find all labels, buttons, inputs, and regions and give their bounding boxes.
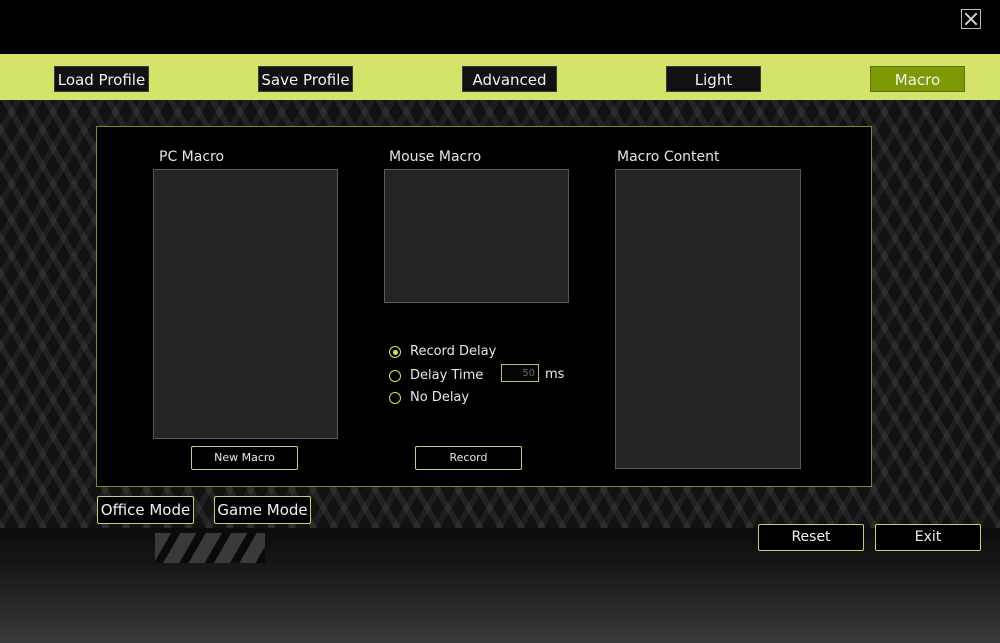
tab-advanced[interactable]: Advanced	[462, 66, 557, 92]
delay-time-input[interactable]	[501, 364, 539, 382]
macro-content-list[interactable]	[615, 169, 801, 469]
radio-button[interactable]	[389, 346, 401, 358]
pc-macro-list[interactable]	[153, 169, 338, 439]
tab-save-profile[interactable]: Save Profile	[258, 66, 353, 92]
mouse-macro-list[interactable]	[384, 169, 569, 303]
tab-macro[interactable]: Macro	[870, 66, 965, 92]
delay-unit-label: ms	[545, 367, 565, 382]
pc-macro-label: PC Macro	[159, 149, 225, 165]
radio-label: Record Delay	[410, 344, 497, 359]
exit-button[interactable]: Exit	[875, 524, 981, 551]
game-mode-button[interactable]: Game Mode	[214, 496, 311, 524]
new-macro-button[interactable]: New Macro	[191, 446, 298, 470]
radio-label: Delay Time	[410, 368, 484, 383]
radio-button[interactable]	[389, 370, 401, 382]
close-icon[interactable]	[961, 9, 981, 29]
mouse-macro-label: Mouse Macro	[389, 149, 482, 165]
decorative-stripes	[155, 533, 265, 563]
macro-content-label: Macro Content	[617, 149, 720, 165]
reset-button[interactable]: Reset	[758, 524, 864, 551]
top-nav-bar: Load Profile Save Profile Advanced Light…	[0, 54, 1000, 100]
office-mode-button[interactable]: Office Mode	[97, 496, 194, 524]
tab-light[interactable]: Light	[666, 66, 761, 92]
radio-label: No Delay	[410, 390, 470, 405]
tab-load-profile[interactable]: Load Profile	[54, 66, 149, 92]
macro-panel: PC Macro Mouse Macro Macro Content Recor…	[96, 126, 872, 487]
radio-button[interactable]	[389, 392, 401, 404]
record-button[interactable]: Record	[415, 446, 522, 470]
